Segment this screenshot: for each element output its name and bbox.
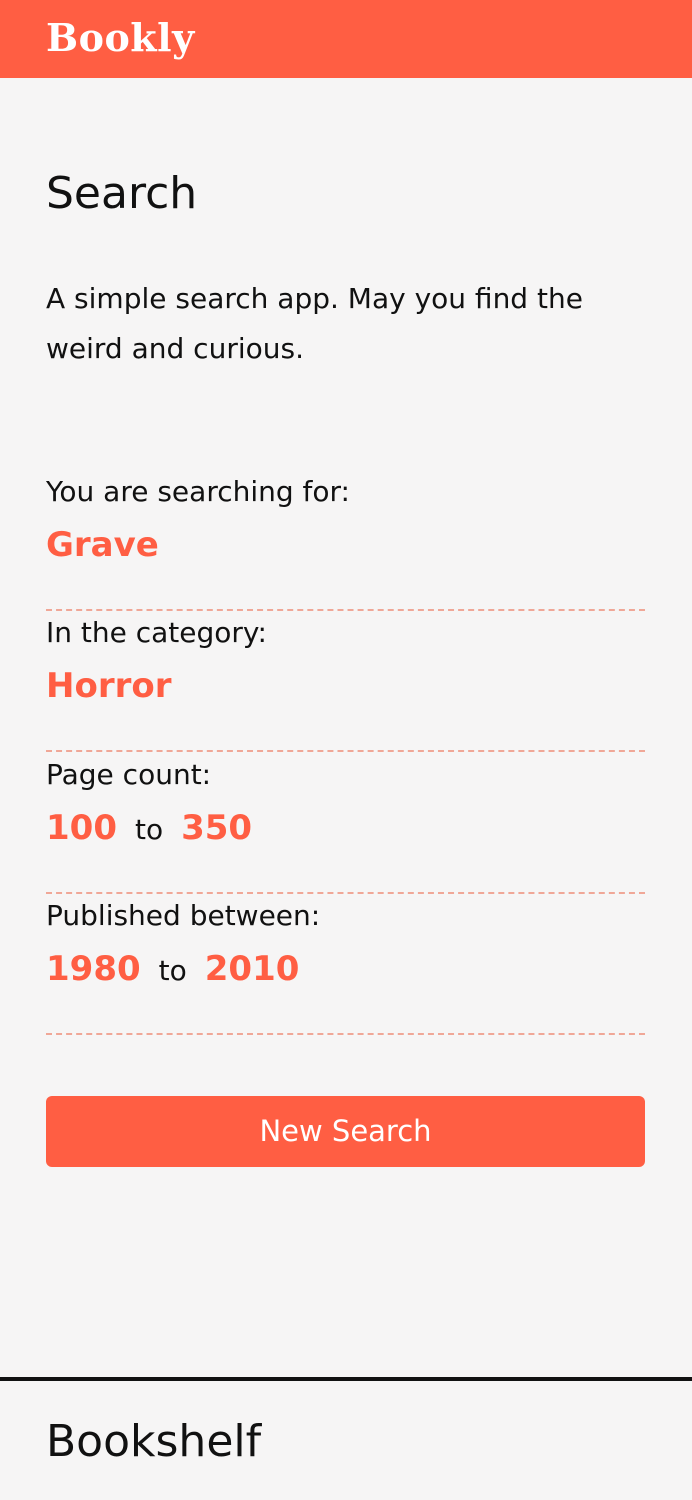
published-label: Published between:: [46, 899, 321, 932]
page-count-max: 350: [181, 808, 253, 848]
page-count-label: Page count:: [46, 758, 212, 791]
category-value: Horror: [46, 666, 172, 706]
query-value: Grave: [46, 525, 159, 565]
category-field: In the category: Horror: [46, 613, 645, 752]
published-min: 1980: [46, 949, 141, 989]
published-max: 2010: [204, 949, 300, 989]
page-count-range: 100 to 350: [46, 805, 252, 853]
bookly-logo[interactable]: Bookly: [46, 10, 195, 66]
published-range: 1980 to 2010: [46, 946, 299, 994]
category-label: In the category:: [46, 616, 267, 649]
published-field: Published between: 1980 to 2010: [46, 896, 645, 1035]
bookshelf-title: Bookshelf: [46, 1416, 262, 1467]
published-separator: to: [158, 954, 187, 987]
page-count-field: Page count: 100 to 350: [46, 755, 645, 894]
query-field: You are searching for: Grave: [46, 472, 645, 611]
search-intro: A simple search app. May you find the we…: [46, 282, 583, 365]
page-count-separator: to: [134, 813, 164, 846]
app-header: Bookly: [0, 0, 692, 78]
query-label: You are searching for:: [46, 475, 350, 508]
search-title: Search: [46, 168, 198, 219]
section-divider: [0, 1377, 692, 1381]
page-count-min: 100: [46, 808, 117, 848]
new-search-button[interactable]: New Search: [46, 1096, 645, 1167]
